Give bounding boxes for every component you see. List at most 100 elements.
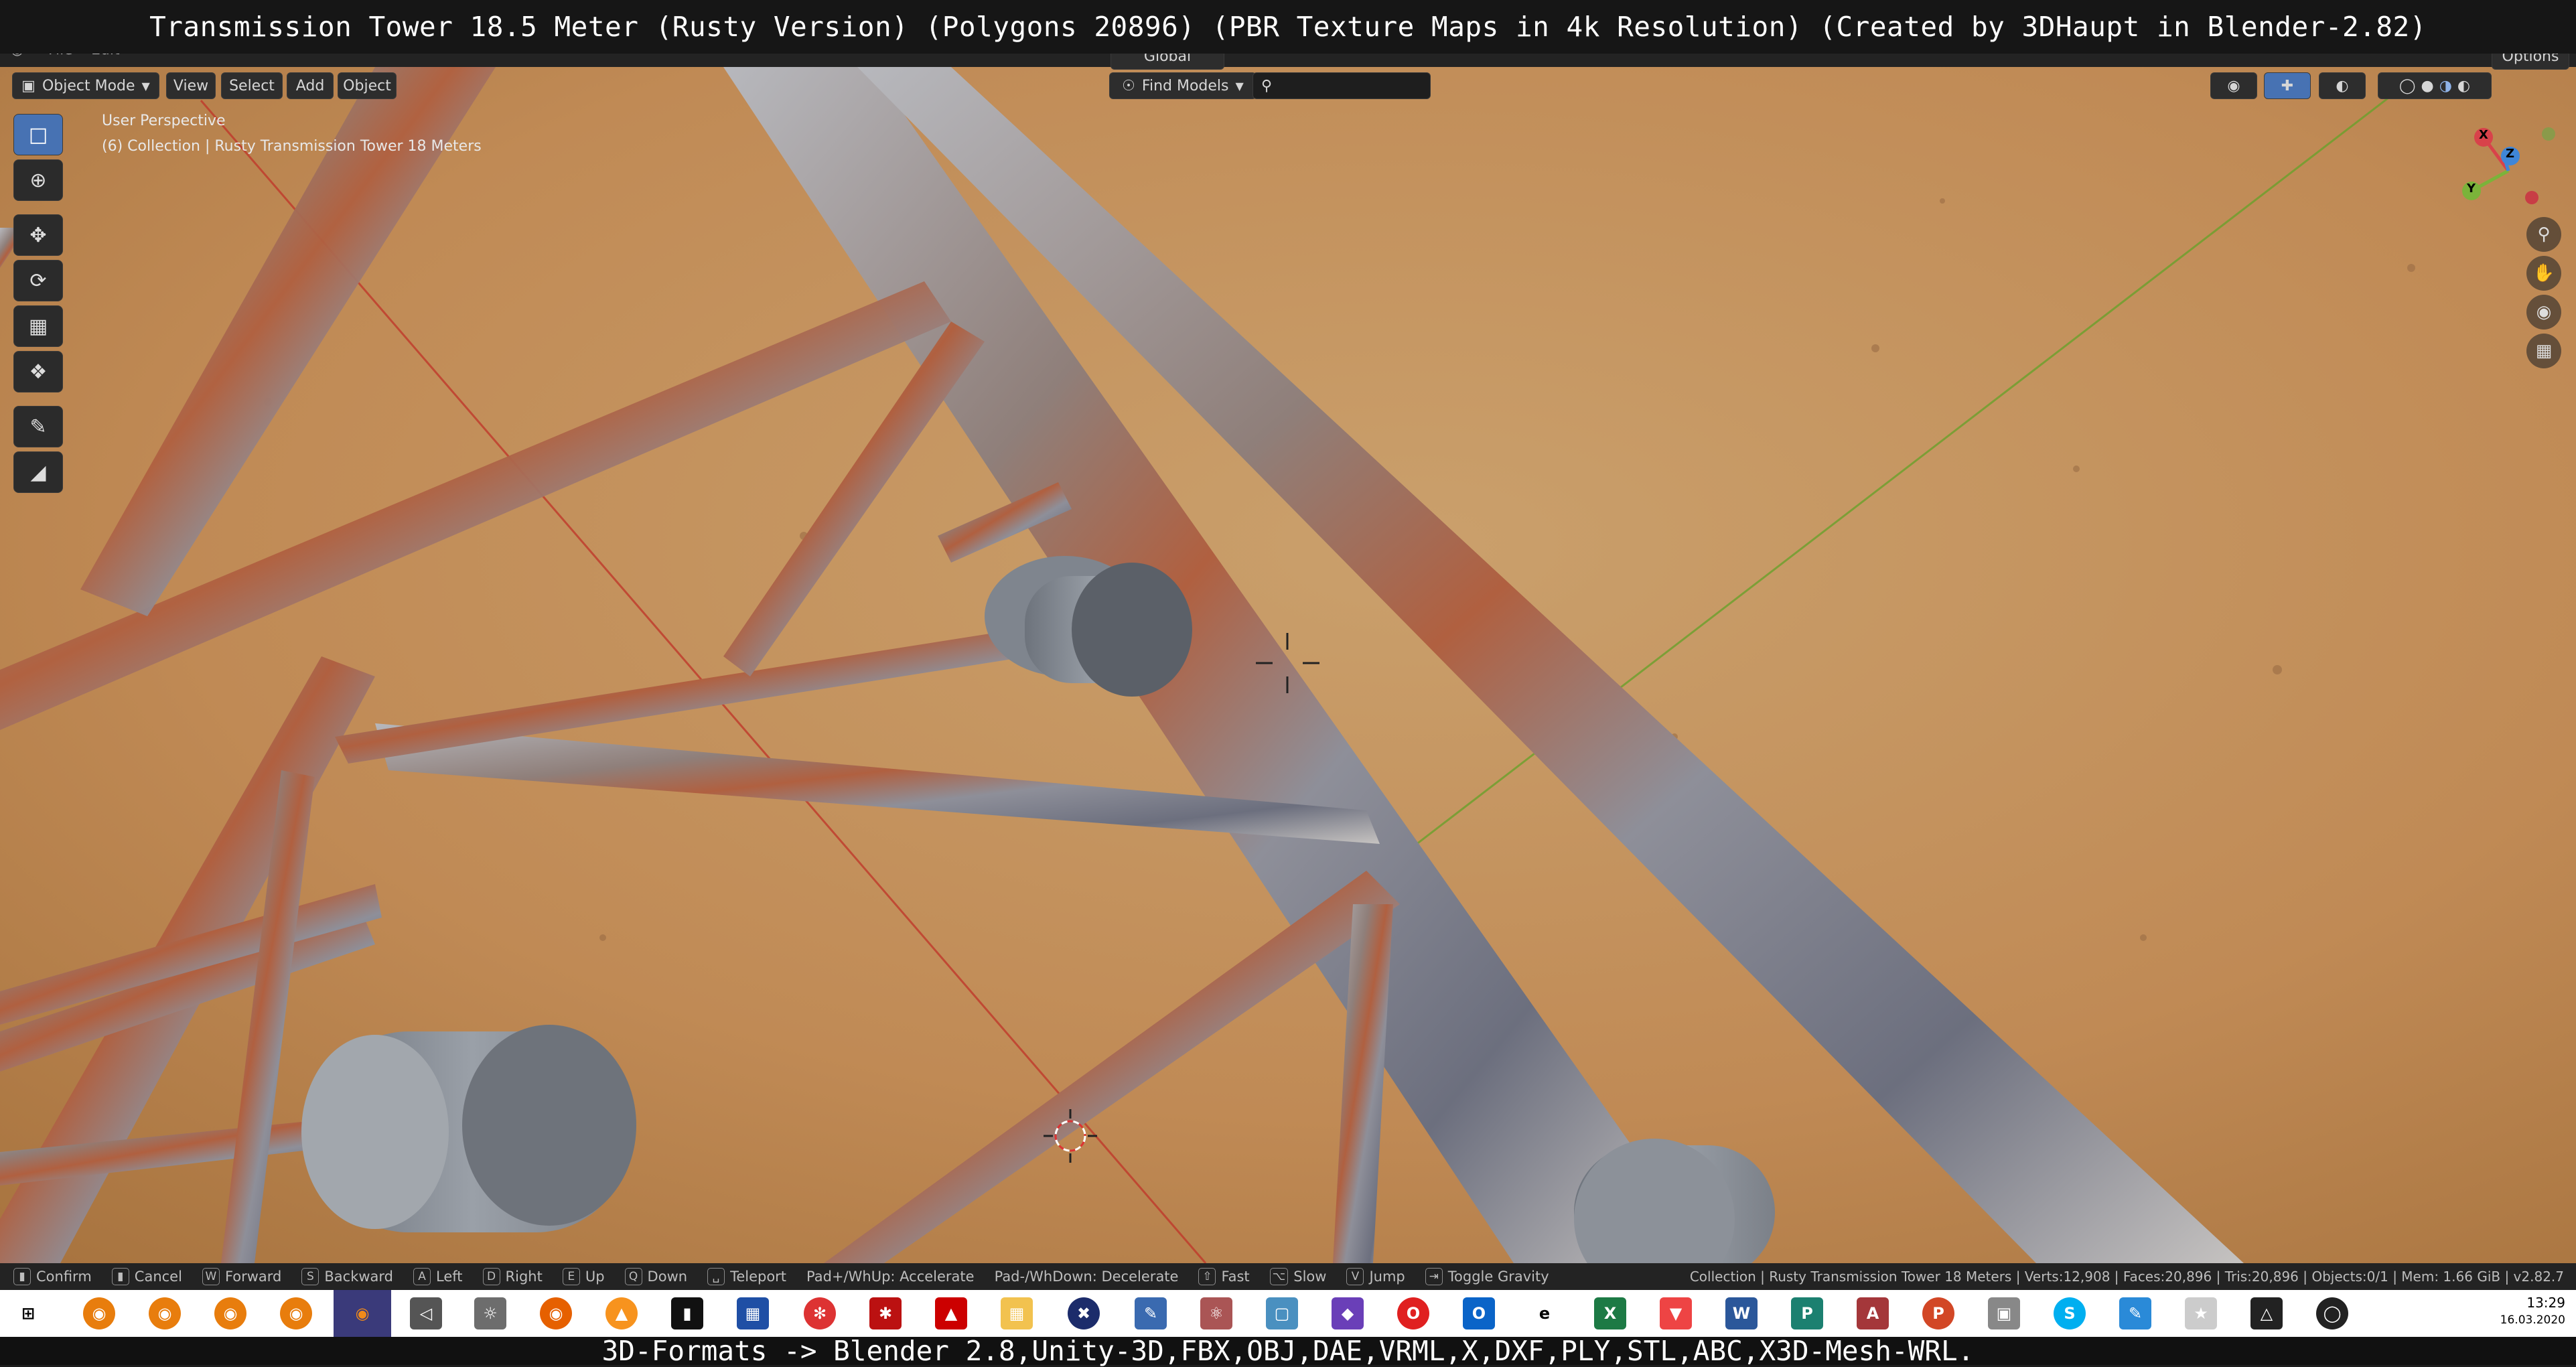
firefox-taskbar-icon[interactable]: ◉ [540,1297,572,1329]
blender-taskbar-icon[interactable]: ◉ [149,1297,181,1329]
save-taskbar-icon[interactable]: ▦ [737,1297,769,1329]
access-taskbar-icon[interactable]: A [1857,1297,1889,1329]
app-taskbar-icon[interactable]: ◯ [2316,1297,2348,1329]
status-hint-up: E Up [562,1268,605,1285]
rotate-tool[interactable]: ⟳ [13,260,63,301]
status-hint-jump: V Jump [1346,1268,1405,1285]
viewport-header: ▣ Object Mode ▼ View Select Add Object G… [0,43,2576,107]
wireframe-shading-icon[interactable]: ◯ [2399,78,2416,94]
camera-view-button[interactable]: ◉ [2526,295,2561,330]
acrobat-taskbar-icon[interactable]: ▲ [935,1297,967,1329]
viewport-perspective-label: User Perspective [102,113,226,129]
ie-taskbar-icon[interactable]: e [1528,1297,1561,1329]
terminal-taskbar-icon[interactable]: ▮ [671,1297,703,1329]
move-tool[interactable]: ✥ [13,214,63,256]
status-hint-confirm: ▮ Confirm [13,1268,92,1285]
app-taskbar-icon[interactable]: ✻ [804,1297,836,1329]
app-taskbar-icon[interactable]: ★ [2185,1297,2217,1329]
find-models-dropdown[interactable]: ☉ Find Models ▼ [1109,72,1257,99]
move-icon: ✥ [29,223,47,247]
word-taskbar-icon[interactable]: W [1725,1297,1758,1329]
windows-start-icon[interactable]: ⊞ [12,1297,44,1329]
app-taskbar-icon[interactable]: ◆ [1332,1297,1364,1329]
scale-tool[interactable]: ▦ [13,305,63,347]
add-menu[interactable]: Add [287,72,334,99]
unity-taskbar-icon[interactable]: ◁ [410,1297,442,1329]
status-right: Right [505,1269,543,1285]
tab-key-icon: ⇥ [1425,1268,1443,1285]
pan-button[interactable]: ✋ [2526,256,2561,291]
status-left: Left [436,1269,463,1285]
status-down: Down [647,1269,688,1285]
app-taskbar-icon[interactable]: ✎ [2119,1297,2151,1329]
status-down-key: Q [624,1268,642,1285]
solid-shading-icon[interactable]: ● [2421,78,2434,94]
transform-tool[interactable]: ❖ [13,351,63,392]
object-menu[interactable]: Object [338,72,397,99]
viewport-scene [0,67,2576,1263]
shading-buttons[interactable]: ◯ ● ◑ ◐ [2378,72,2492,99]
status-bar: ▮ Confirm ▮ Cancel W Forward S Backward A Lef… [0,1263,2576,1290]
zoom-icon: ⚲ [2537,224,2551,244]
status-backward: Backward [324,1269,394,1285]
insulator-3 [1574,1139,1775,1263]
scale-icon: ▦ [28,314,48,338]
gimp-taskbar-icon[interactable]: ☼ [474,1297,506,1329]
grid-icon: ▦ [2535,341,2553,361]
insulator-2 [301,1025,636,1232]
overlay-toggle[interactable]: ◐ [2319,72,2366,99]
status-hint-teleport: ␣ Teleport [707,1268,786,1285]
app-taskbar-icon[interactable]: ✱ [869,1297,902,1329]
tool-shelf: □ ⊕ ✥ ⟳ ▦ ❖ ✎ ◢ [13,114,66,497]
gizmo-z-label: Z [2506,147,2515,161]
app-taskbar-icon[interactable]: ▢ [1266,1297,1298,1329]
app-taskbar-icon[interactable]: ▣ [1988,1297,2020,1329]
explorer-taskbar-icon[interactable]: ▦ [1001,1297,1033,1329]
status-forward-key: W [202,1268,220,1285]
video-title-overlay: Transmission Tower 18.5 Meter (Rusty Ver… [0,0,2576,54]
skype-taskbar-icon[interactable]: S [2054,1297,2086,1329]
3d-viewport[interactable]: User Perspective (6) Collection | Rusty … [0,67,2576,1263]
mouse-right-icon: ▮ [111,1268,129,1285]
search-input[interactable]: ⚲ [1253,72,1431,99]
cursor-tool[interactable]: ⊕ [13,159,63,201]
visibility-dropdown[interactable]: ◉ [2210,72,2257,99]
eye-icon: ◉ [2227,77,2240,94]
scene-statistics: Collection | Rusty Transmission Tower 18… [1689,1269,2564,1285]
gizmo-toggle[interactable]: ✚ [2264,72,2311,99]
status-cancel: Cancel [134,1269,182,1285]
clock-date: 16.03.2020 [2500,1313,2565,1327]
ortho-toggle-button[interactable]: ▦ [2526,334,2561,368]
app-taskbar-icon[interactable]: ✎ [1135,1297,1167,1329]
system-clock[interactable]: 13:29 16.03.2020 [2478,1294,2565,1329]
formats-overlay: 3D-Formats -> Blender 2.8,Unity-3D,FBX,O… [0,1335,2576,1367]
powerpoint-taskbar-icon[interactable]: P [1922,1297,1954,1329]
blender-taskbar-icon[interactable]: ◉ [280,1297,312,1329]
mode-dropdown[interactable]: ▣ Object Mode ▼ [12,72,159,99]
select-menu[interactable]: Select [221,72,283,99]
app-taskbar-icon[interactable]: ▲ [605,1297,638,1329]
excel-taskbar-icon[interactable]: X [1594,1297,1626,1329]
unity-hub-taskbar-icon[interactable]: △ [2250,1297,2283,1329]
opera-taskbar-icon[interactable]: O [1397,1297,1429,1329]
blender-active-taskbar-icon[interactable]: ◉ [334,1290,391,1337]
material-shading-icon[interactable]: ◑ [2439,78,2452,94]
app-taskbar-icon[interactable]: ▼ [1660,1297,1692,1329]
blender-taskbar-icon[interactable]: ◉ [214,1297,246,1329]
annotate-tool[interactable]: ✎ [13,406,63,447]
app-taskbar-icon[interactable]: ⚛ [1200,1297,1232,1329]
view-menu[interactable]: View [166,72,216,99]
select-box-tool[interactable]: □ [13,114,63,155]
zoom-button[interactable]: ⚲ [2526,217,2561,252]
outlook-taskbar-icon[interactable]: O [1463,1297,1495,1329]
measure-tool[interactable]: ◢ [13,451,63,493]
rendered-shading-icon[interactable]: ◐ [2457,78,2470,94]
publisher-taskbar-icon[interactable]: P [1791,1297,1823,1329]
blender-taskbar-icon[interactable]: ◉ [83,1297,115,1329]
transform-icon: ❖ [29,360,48,384]
app-taskbar-icon[interactable]: ✖ [1068,1297,1100,1329]
find-models-label: Find Models [1141,77,1229,94]
ruler-icon: ◢ [30,460,46,484]
navigation-gizmo[interactable]: X Y Z [2458,121,2559,221]
status-hint-gravity: ⇥ Toggle Gravity [1425,1268,1549,1285]
